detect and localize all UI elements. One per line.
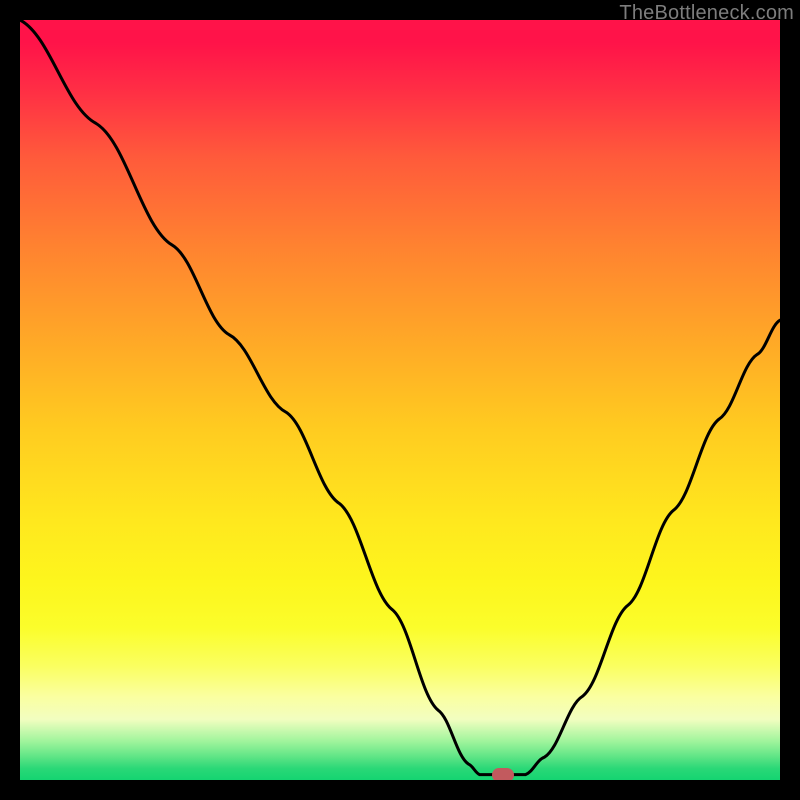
plot-area	[20, 20, 780, 780]
bottleneck-curve	[20, 20, 780, 780]
chart-stage: TheBottleneck.com	[0, 0, 800, 800]
watermark-text: TheBottleneck.com	[619, 2, 794, 25]
optimum-marker	[492, 768, 514, 780]
